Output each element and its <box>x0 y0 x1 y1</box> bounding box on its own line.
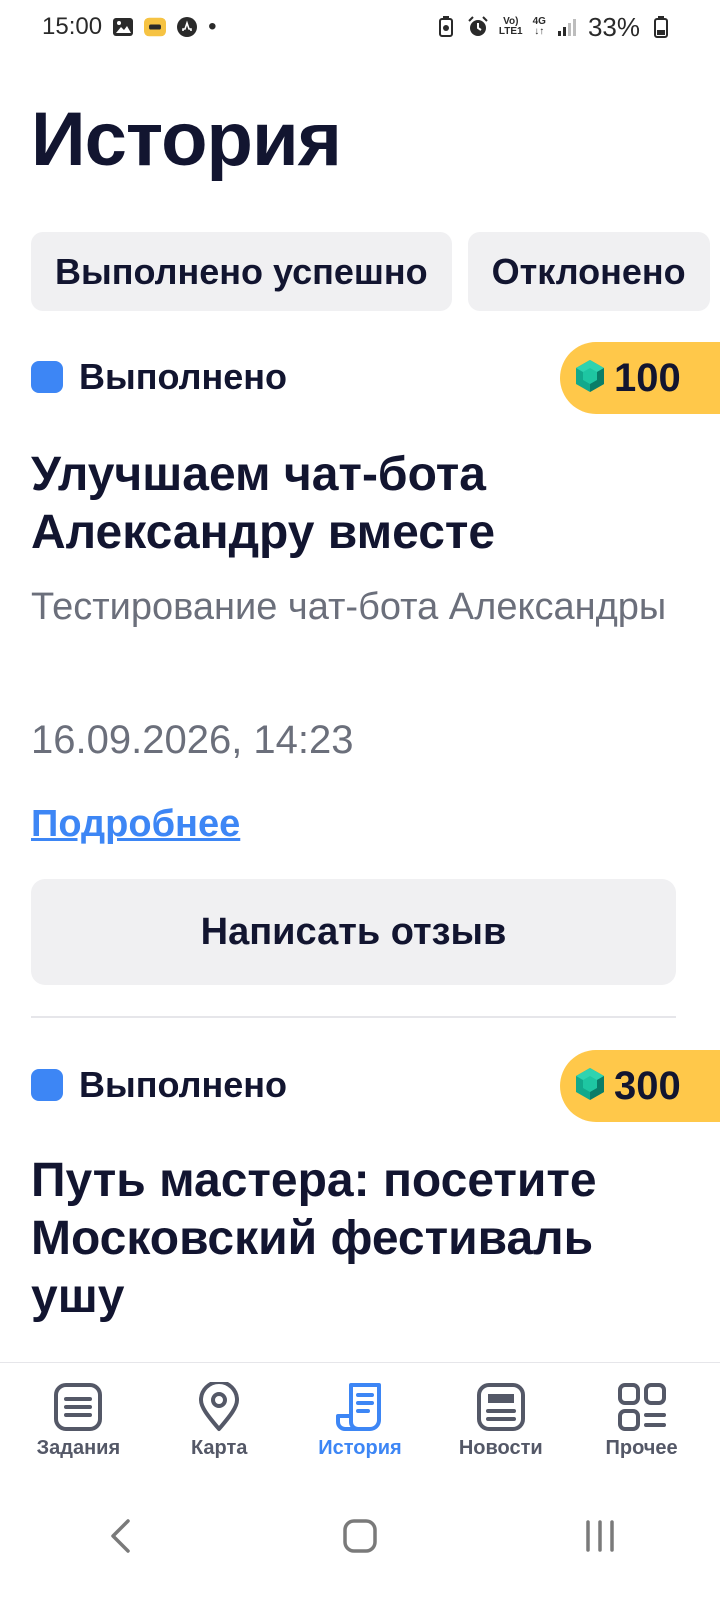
system-navigation-bar <box>0 1477 720 1600</box>
recents-button[interactable] <box>540 1499 660 1579</box>
status-time: 15:00 <box>42 13 103 40</box>
battery-icon <box>650 16 672 38</box>
gem-icon <box>574 1067 606 1106</box>
app-notification-icon <box>144 16 167 38</box>
filter-chips: Выполнено успешно Отклонено <box>31 232 720 311</box>
reward-badge: 300 <box>560 1050 720 1122</box>
status-bar: 15:00 • Vo) LTE1 4G ↓↑ 33% <box>0 0 720 54</box>
filter-chip-rejected[interactable]: Отклонено <box>467 232 710 311</box>
nav-label: История <box>318 1437 402 1459</box>
battery-saver-icon <box>435 16 457 38</box>
nav-label: Карта <box>190 1437 248 1459</box>
nav-label: Прочее <box>605 1437 678 1459</box>
task-title: Улучшаем чат-бота Александру вместе <box>31 448 496 559</box>
details-link[interactable]: Подробнее <box>31 803 240 846</box>
map-pin-icon <box>193 1381 245 1433</box>
home-button[interactable] <box>300 1499 420 1579</box>
battery-percent: 33% <box>587 11 640 42</box>
nav-label: Новости <box>458 1437 543 1459</box>
task-status: Выполнено <box>31 1064 287 1106</box>
task-title[interactable]: Путь мастера: посетите Московский фестив… <box>31 1152 651 1326</box>
task-status: Выполнено <box>31 356 287 398</box>
gem-icon <box>574 359 606 398</box>
reward-value: 300 <box>614 1063 681 1108</box>
task-divider <box>31 1016 676 1018</box>
network-type-indicator: 4G ↓↑ <box>532 16 546 37</box>
more-notifications-dot: • <box>208 13 217 40</box>
gallery-notification-icon <box>112 16 134 38</box>
reward-value: 100 <box>614 355 681 400</box>
volte-indicator: Vo) LTE1 <box>499 17 523 37</box>
messenger-notification-icon <box>176 16 198 38</box>
status-bar-left: 15:00 • <box>42 13 216 41</box>
nav-news[interactable]: Новости <box>433 1381 569 1477</box>
status-dot <box>31 361 63 393</box>
lte-label: LTE1 <box>498 26 523 37</box>
status-label: Выполнено <box>79 356 287 397</box>
reward-badge: 100 <box>560 342 720 414</box>
nav-label: Задания <box>36 1437 121 1459</box>
list-icon <box>52 1381 104 1433</box>
nav-tasks[interactable]: Задания <box>10 1381 146 1477</box>
status-dot <box>31 1069 63 1101</box>
nav-more[interactable]: Прочее <box>574 1381 710 1477</box>
history-screen: 15:00 • Vo) LTE1 4G ↓↑ 33% История Выпол… <box>0 0 720 1600</box>
nav-map[interactable]: Карта <box>151 1381 287 1477</box>
page-title: История <box>31 97 342 182</box>
status-bar-right: Vo) LTE1 4G ↓↑ 33% <box>435 12 672 43</box>
filter-chip-success[interactable]: Выполнено успешно <box>31 232 452 311</box>
news-icon <box>475 1381 527 1433</box>
task-subtitle: Тестирование чат-бота Александры <box>31 586 667 628</box>
history-scroll-icon <box>334 1381 386 1433</box>
status-label: Выполнено <box>79 1064 287 1105</box>
home-square-icon <box>343 1519 377 1558</box>
back-chevron-icon <box>108 1518 132 1559</box>
task-date: 16.09.2026, 14:23 <box>31 718 354 762</box>
write-review-button[interactable]: Написать отзыв <box>31 879 676 985</box>
grid-icon <box>616 1381 668 1433</box>
back-button[interactable] <box>60 1499 180 1579</box>
alarm-icon <box>467 16 489 38</box>
signal-icon <box>556 16 578 38</box>
nav-history[interactable]: История <box>292 1381 428 1477</box>
bottom-navigation: Задания Карта История Новости Прочее <box>0 1362 720 1477</box>
recents-lines-icon <box>584 1520 616 1557</box>
network-type-label: 4G <box>532 16 546 27</box>
